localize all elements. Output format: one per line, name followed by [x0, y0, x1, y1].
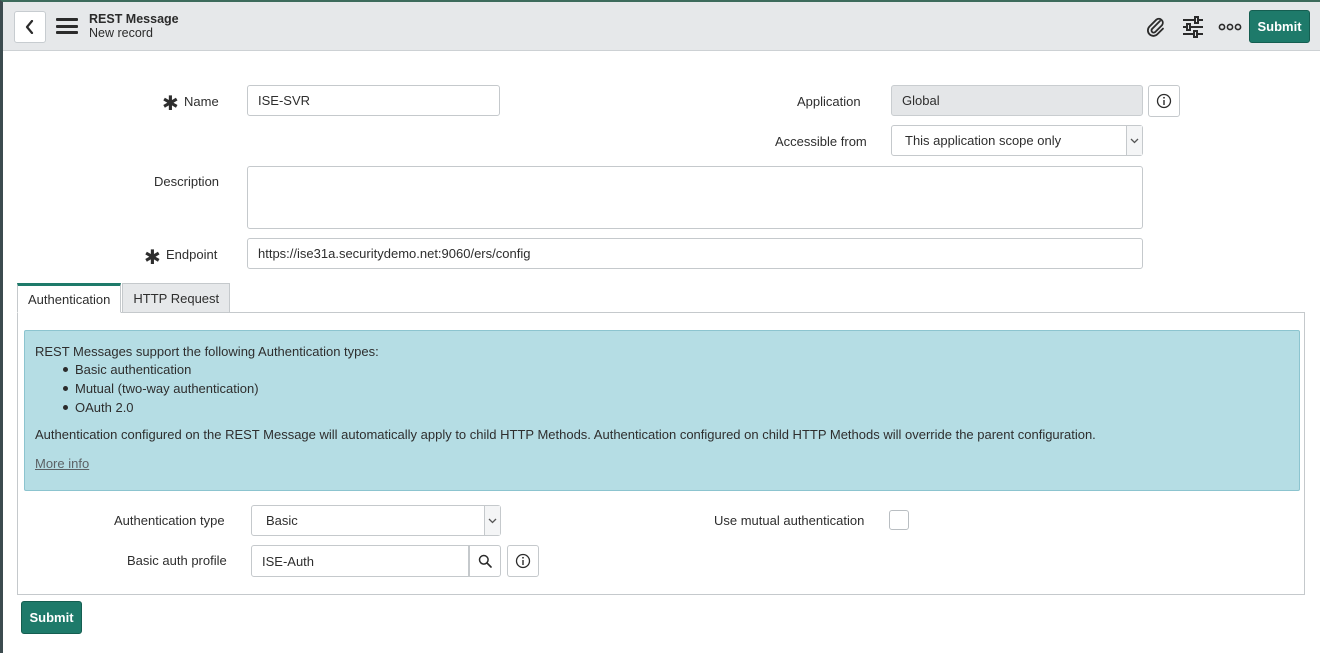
- application-info-button[interactable]: [1148, 85, 1180, 117]
- record-title: REST Message New record: [89, 12, 179, 40]
- bottom-submit-button[interactable]: Submit: [21, 601, 82, 634]
- info-message: REST Messages support the following Auth…: [24, 330, 1300, 491]
- tab-bar: Authentication HTTP Request: [17, 283, 231, 313]
- accessible-from-value: This application scope only: [905, 133, 1062, 148]
- required-indicator: ✱: [162, 93, 179, 115]
- submit-button[interactable]: Submit: [1249, 10, 1310, 43]
- mutual-auth-label: Use mutual authentication: [714, 513, 865, 528]
- accessible-from-select[interactable]: This application scope only: [891, 125, 1143, 156]
- info-icon: [1156, 93, 1172, 109]
- auth-profile-info-button[interactable]: [507, 545, 539, 577]
- chevron-down-icon: [1126, 126, 1142, 155]
- application-field: Global: [891, 85, 1143, 116]
- more-icon[interactable]: [1217, 14, 1243, 40]
- back-button[interactable]: [14, 11, 46, 43]
- accessible-from-label: Accessible from: [775, 134, 867, 149]
- list-item: Basic authentication: [63, 360, 1289, 379]
- info-icon: [515, 553, 531, 569]
- auth-profile-field[interactable]: ISE-Auth: [251, 545, 469, 577]
- auth-type-select[interactable]: Basic: [251, 505, 501, 536]
- paperclip-icon[interactable]: [1143, 14, 1169, 40]
- list-item: Mutual (two-way authentication): [63, 379, 1289, 398]
- mutual-auth-checkbox[interactable]: [889, 510, 909, 530]
- name-label: Name: [184, 94, 219, 109]
- info-description: Authentication configured on the REST Me…: [35, 427, 1096, 442]
- auth-profile-label: Basic auth profile: [127, 553, 227, 568]
- back-icon: [25, 20, 34, 34]
- search-icon: [478, 554, 492, 568]
- application-label: Application: [797, 94, 861, 109]
- auth-type-label: Authentication type: [114, 513, 225, 528]
- list-item: OAuth 2.0: [63, 398, 1289, 417]
- endpoint-label: Endpoint: [166, 247, 218, 262]
- page-subtitle: New record: [89, 26, 153, 40]
- description-label: Description: [154, 174, 220, 189]
- authentication-panel: REST Messages support the following Auth…: [17, 312, 1305, 595]
- form-header: REST Message New record Submit: [3, 2, 1320, 51]
- tab-http-request[interactable]: HTTP Request: [122, 283, 231, 313]
- endpoint-field[interactable]: https://ise31a.securitydemo.net:9060/ers…: [247, 238, 1143, 269]
- menu-icon[interactable]: [56, 16, 78, 36]
- more-info-link[interactable]: More info: [35, 456, 89, 471]
- chevron-down-icon: [484, 506, 500, 535]
- name-field[interactable]: ISE-SVR: [247, 85, 500, 116]
- auth-type-value: Basic: [266, 513, 298, 528]
- description-field[interactable]: [247, 166, 1143, 229]
- page-title: REST Message: [89, 12, 179, 26]
- info-intro: REST Messages support the following Auth…: [35, 344, 379, 359]
- auth-types-list: Basic authentication Mutual (two-way aut…: [63, 360, 1289, 417]
- sliders-icon[interactable]: [1180, 14, 1206, 40]
- lookup-button[interactable]: [469, 545, 501, 577]
- required-indicator: ✱: [144, 247, 161, 269]
- tab-authentication[interactable]: Authentication: [17, 283, 122, 313]
